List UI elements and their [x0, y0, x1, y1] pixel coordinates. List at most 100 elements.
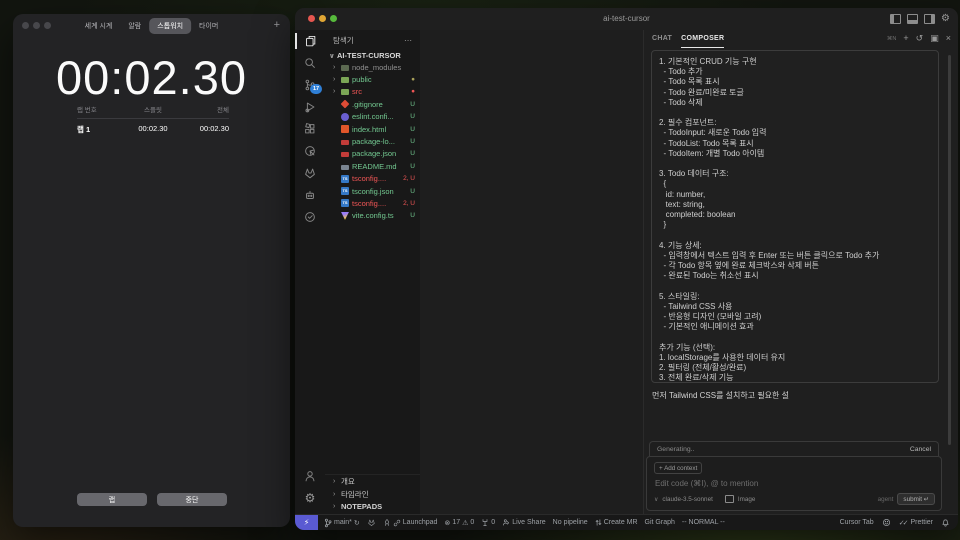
tree-row[interactable]: package-lo... U	[325, 135, 420, 147]
add-button[interactable]: +	[274, 19, 280, 31]
activity-run-debug[interactable]	[295, 96, 325, 118]
toggle-panel-icon[interactable]	[907, 14, 919, 24]
lap-rows: 랩 1 00:02.30 00:02.30	[77, 119, 229, 135]
image-button[interactable]: Image	[738, 496, 756, 503]
prettier-item[interactable]: ✓✓ Prettier	[899, 519, 933, 527]
problems-item[interactable]: ⊗ 17 ⚠ 0	[444, 519, 474, 527]
activity-live-share[interactable]	[295, 140, 325, 162]
lap-number: 랩 1	[77, 125, 91, 134]
minimize-window-icon[interactable]	[33, 22, 40, 29]
file-name: vite.config.ts	[352, 211, 394, 221]
file-icon	[341, 140, 349, 146]
pipeline-item[interactable]: No pipeline	[553, 519, 588, 526]
activity-todo[interactable]	[295, 206, 325, 228]
tree-row[interactable]: › src ●	[325, 86, 420, 98]
activity-gitlab[interactable]	[295, 162, 325, 184]
activity-search[interactable]	[295, 52, 325, 74]
ports-item[interactable]: 0	[481, 518, 495, 527]
close-icon[interactable]: ×	[946, 34, 951, 43]
clock-tab[interactable]: 알람	[120, 18, 149, 34]
gitlab-status-item[interactable]	[367, 518, 376, 527]
notifications-item[interactable]	[941, 518, 950, 527]
file-icon	[341, 152, 349, 158]
close-window-icon[interactable]	[22, 22, 29, 29]
tree-row[interactable]: › node_modules	[325, 61, 420, 73]
new-chat-icon[interactable]: +	[903, 34, 908, 43]
tree-row[interactable]: tsconfig.json U	[325, 185, 420, 197]
live-share-item[interactable]: Live Share	[502, 518, 546, 527]
tree-row[interactable]: tsconfig.... 2, U	[325, 197, 420, 209]
git-status: U	[410, 150, 415, 158]
activity-account[interactable]	[295, 465, 325, 487]
window-controls[interactable]	[22, 22, 51, 29]
more-actions-icon[interactable]: ⋯	[404, 36, 412, 45]
chat-tab[interactable]: COMPOSER	[681, 30, 725, 48]
error-count: 17	[452, 519, 461, 526]
sidebar-section[interactable]: › 개요	[325, 475, 420, 488]
tree-row[interactable]: › public ●	[325, 73, 420, 85]
tree-row[interactable]: index.html U	[325, 123, 420, 135]
activity-extensions[interactable]	[295, 118, 325, 140]
workspace-root[interactable]: ∨ AI-TEST-CURSOR	[325, 49, 420, 61]
stop-button[interactable]: 중단	[157, 493, 227, 506]
sidebar-section[interactable]: › NOTEPADS	[325, 500, 420, 513]
submit-button[interactable]: submit ↵	[897, 493, 935, 505]
lap-table: 랩 번호 스플릿 전체 랩 1 00:02.30 00:02.30	[77, 104, 229, 135]
chat-tab[interactable]: CHAT	[652, 30, 672, 48]
chat-scrollbar[interactable]	[948, 55, 951, 445]
clock-tab[interactable]: 세계 시계	[77, 18, 121, 34]
cursor-tab-label: Cursor Tab	[839, 519, 874, 526]
file-icon	[341, 199, 349, 208]
settings-gear-icon[interactable]: ⚙	[941, 13, 950, 23]
git-graph-item[interactable]: Git Graph	[645, 519, 675, 526]
history-icon[interactable]: ↺	[916, 34, 924, 43]
cursor-tab-item[interactable]: Cursor Tab	[840, 519, 874, 526]
tree-row[interactable]: tsconfig.... 2, U	[325, 173, 420, 185]
section-label: NOTEPADS	[341, 502, 383, 512]
file-icon	[341, 164, 349, 170]
file-name: tsconfig....	[352, 174, 387, 184]
add-context-button[interactable]: + Add context	[654, 462, 703, 474]
clock-tab[interactable]: 타이머	[191, 18, 226, 34]
section-label: 개요	[341, 477, 355, 487]
lap-button[interactable]: 랩	[77, 493, 147, 506]
col-total: 전체	[217, 107, 229, 114]
launchpad-item[interactable]: Launchpad	[383, 518, 437, 527]
tree-row[interactable]: .gitignore U	[325, 98, 420, 110]
tree-row[interactable]: vite.config.ts U	[325, 210, 420, 222]
prettier-label: Prettier	[910, 519, 933, 526]
model-selector[interactable]: claude-3.5-sonnet	[662, 496, 712, 503]
search-icon	[305, 58, 315, 68]
remote-indicator[interactable]: ⚡	[295, 515, 318, 530]
rocket-icon	[384, 519, 389, 526]
git-status: U	[410, 125, 415, 133]
expand-icon[interactable]: ▣	[930, 34, 939, 43]
git-branch-item[interactable]: main* ↻	[324, 518, 360, 528]
tree-row[interactable]: eslint.confi... U	[325, 111, 420, 123]
activity-source-control[interactable]: 17	[295, 74, 325, 96]
activity-explorer[interactable]	[295, 30, 325, 52]
feedback-item[interactable]	[882, 518, 891, 527]
ports-icon	[482, 519, 488, 526]
clock-tab[interactable]: 스톱워치	[149, 18, 192, 34]
create-mr-item[interactable]: Create MR	[595, 518, 638, 527]
tree-row[interactable]: package.json U	[325, 148, 420, 160]
toggle-sidebar-icon[interactable]	[890, 14, 902, 24]
circle-check-icon	[305, 212, 315, 222]
tree-row[interactable]: README.md U	[325, 160, 420, 172]
file-name: .gitignore	[352, 99, 383, 109]
maximize-window-icon[interactable]	[44, 22, 51, 29]
chevron-icon: ›	[333, 76, 336, 84]
activity-robot[interactable]	[295, 184, 325, 206]
error-icon: ⊗	[444, 519, 451, 527]
cancel-button[interactable]: Cancel	[910, 446, 931, 453]
activity-settings[interactable]: ⚙	[295, 487, 325, 509]
sidebar-section[interactable]: › 타임라인	[325, 488, 420, 501]
lap-row: 랩 1 00:02.30 00:02.30	[77, 119, 229, 135]
stopwatch-window: 세계 시계 알람 스톱워치 타이머 + 00:02.30 랩 번호 스플릿 전체 랩 …	[13, 14, 290, 527]
editor-area[interactable]	[420, 30, 643, 515]
toggle-secondary-sidebar-icon[interactable]	[924, 14, 936, 24]
gitlab-icon	[305, 168, 315, 179]
chat-input[interactable]: + Add context Edit code (⌘I), @ to menti…	[646, 456, 942, 511]
chevron-down-icon: ∨	[329, 52, 335, 60]
